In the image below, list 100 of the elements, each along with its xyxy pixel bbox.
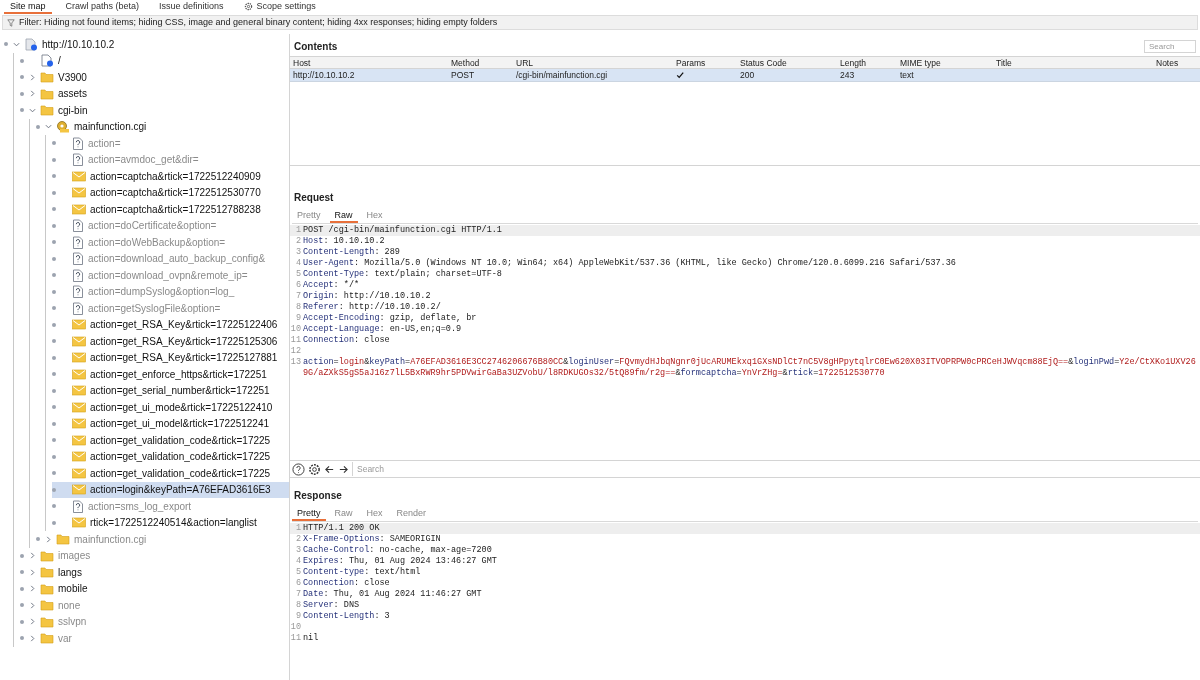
line-number: 10 (290, 324, 302, 335)
tree-item[interactable]: cgi-bin (20, 102, 289, 119)
editor-tab[interactable]: Hex (361, 209, 388, 223)
editor-tab[interactable]: Pretty (292, 209, 326, 223)
filter-icon (7, 18, 15, 27)
expand-icon[interactable] (28, 585, 36, 593)
tree-item-label: action=doWebBackup&option= (88, 235, 226, 250)
tab[interactable]: Crawl paths (beta) (59, 0, 146, 14)
tree-item-label: action=get_ui_mode&rtick=17225122410 (90, 400, 273, 415)
tree-item[interactable]: action=get_RSA_Key&rtick=17225125306 (52, 333, 289, 350)
expand-icon[interactable] (28, 618, 36, 626)
column-header[interactable]: MIME type (900, 57, 996, 68)
tree-item[interactable]: action=captcha&rtick=1722512788238 (52, 201, 289, 218)
expand-icon[interactable] (28, 601, 36, 609)
tree-item[interactable]: action=avmdoc_get&dir= (52, 151, 289, 168)
tree-item[interactable]: var (20, 630, 289, 647)
tree-item[interactable]: action=doWebBackup&option= (52, 234, 289, 251)
tree-item[interactable]: action=doCertificate&option= (52, 217, 289, 234)
forward-arrow-icon[interactable] (338, 463, 349, 475)
tree-item[interactable]: action=download_ovpn&remote_ip= (52, 267, 289, 284)
tree-item-label: action= (88, 136, 121, 151)
tree-item[interactable]: mainfunction.cgi (36, 118, 289, 135)
tree-item-label: action=avmdoc_get&dir= (88, 153, 199, 168)
expand-icon[interactable] (44, 535, 52, 543)
tree-item[interactable]: rtick=1722512240514&action=langlist (52, 514, 289, 531)
tree-item[interactable]: mainfunction.cgi (36, 531, 289, 548)
column-header[interactable]: Status Code (740, 57, 840, 68)
settings-icon[interactable] (308, 462, 321, 476)
tree-item[interactable]: / (20, 52, 289, 69)
tree-item[interactable]: action=get_validation_code&rtick=17225 (52, 465, 289, 482)
tree-item[interactable]: action=login&keyPath=A76EFAD3616E3 (52, 481, 289, 498)
tree-item[interactable]: action=captcha&rtick=1722512240909 (52, 168, 289, 185)
code-line: nil (303, 633, 319, 644)
search-field[interactable]: Search (352, 462, 1198, 476)
editor-tab[interactable]: Raw (329, 507, 358, 521)
tree-item[interactable]: action=get_validation_code&rtick=17225 (52, 432, 289, 449)
search-field[interactable]: Search (1144, 39, 1196, 53)
column-header[interactable]: Title (996, 57, 1156, 68)
tab[interactable]: Issue definitions (153, 0, 230, 14)
editor-tab[interactable]: Pretty (292, 507, 326, 521)
tree-item[interactable]: none (20, 597, 289, 614)
editor-tab[interactable]: Render (391, 507, 432, 521)
tree-item-label: action=get_RSA_Key&rtick=17225122406 (90, 318, 278, 333)
tree-item[interactable]: http://10.10.10.2 (4, 36, 289, 53)
tree-item[interactable]: action=get_ui_model&rtick=1722512241 (52, 415, 289, 432)
line-number: 11 (290, 633, 302, 644)
table-cell: 200 (740, 70, 755, 80)
tree-item[interactable]: action=get_enforce_https&rtick=172251 (52, 366, 289, 383)
tree-item[interactable]: action=get_ui_mode&rtick=17225122410 (52, 399, 289, 416)
column-header[interactable]: Host (293, 57, 451, 68)
envelope-icon (72, 517, 86, 529)
tree-item-label: images (58, 549, 91, 564)
line-number: 9 (294, 313, 302, 324)
tab[interactable]: Scope settings (237, 0, 322, 14)
column-header[interactable]: Notes (1156, 57, 1200, 68)
tree-item[interactable]: langs (20, 564, 289, 581)
tree-item[interactable]: sslvpn (20, 613, 289, 630)
folder-icon (40, 599, 54, 612)
tree-item[interactable]: action=dumpSyslog&option=log_ (52, 283, 289, 300)
expand-icon[interactable] (28, 568, 36, 576)
column-header[interactable]: Method (451, 57, 516, 68)
folder-icon (40, 104, 54, 117)
back-arrow-icon[interactable] (324, 463, 335, 475)
column-header[interactable]: Length (840, 57, 900, 68)
help-icon[interactable] (292, 462, 305, 476)
code-line: Cache-Control: no-cache, max-age=7200 (303, 545, 492, 556)
tree-item-label: action=dumpSyslog&option=log_ (88, 285, 235, 300)
tree-item[interactable]: action=getSyslogFile&option= (52, 300, 289, 317)
tree-item[interactable]: action= (52, 135, 289, 152)
tree-item[interactable]: action=download_auto_backup_config& (52, 250, 289, 267)
column-header[interactable]: URL (516, 57, 676, 68)
expand-icon[interactable] (28, 634, 36, 642)
line-number: 7 (294, 291, 302, 302)
tree-item[interactable]: action=get_serial_number&rtick=172251 (52, 382, 289, 399)
section-title: Response (294, 490, 342, 501)
tree-item[interactable]: action=get_RSA_Key&rtick=17225127881 (52, 349, 289, 366)
tree-item[interactable]: V3900 (20, 69, 289, 86)
tree-item-label: action=sms_log_export (88, 499, 192, 514)
collapse-icon[interactable] (28, 106, 36, 114)
tree-item[interactable]: mobile (20, 580, 289, 597)
tree-item[interactable]: action=sms_log_export (52, 498, 289, 515)
tree-item[interactable]: action=get_RSA_Key&rtick=17225122406 (52, 316, 289, 333)
expand-icon[interactable] (28, 90, 36, 98)
filter-bar[interactable]: Filter: Hiding not found items; hiding CSS, image and general binary content; hiding 4xx responses; hiding empty folders (2, 15, 1198, 30)
expand-icon[interactable] (28, 552, 36, 560)
line-number: 7 (294, 589, 302, 600)
tree-item[interactable]: images (20, 547, 289, 564)
collapse-icon[interactable] (44, 123, 52, 131)
expand-icon[interactable] (28, 73, 36, 81)
tree-item[interactable]: action=captcha&rtick=1722512530770 (52, 184, 289, 201)
column-header[interactable]: Params (676, 57, 740, 68)
editor-tab[interactable]: Raw (329, 209, 358, 223)
editor-tab[interactable]: Hex (361, 507, 388, 521)
tree-item[interactable]: assets (20, 85, 289, 102)
tree-item-label: action=get_validation_code&rtick=17225 (90, 433, 271, 448)
code-line: Date: Thu, 01 Aug 2024 11:46:27 GMT (303, 589, 482, 600)
tree-item[interactable]: action=get_validation_code&rtick=17225 (52, 448, 289, 465)
collapse-icon[interactable] (12, 40, 20, 48)
table-row[interactable]: http://10.10.10.2 POST /cgi-bin/mainfunction.cgi 200 243 text (290, 69, 1200, 82)
code-line: Content-Length: 289 (303, 247, 400, 258)
